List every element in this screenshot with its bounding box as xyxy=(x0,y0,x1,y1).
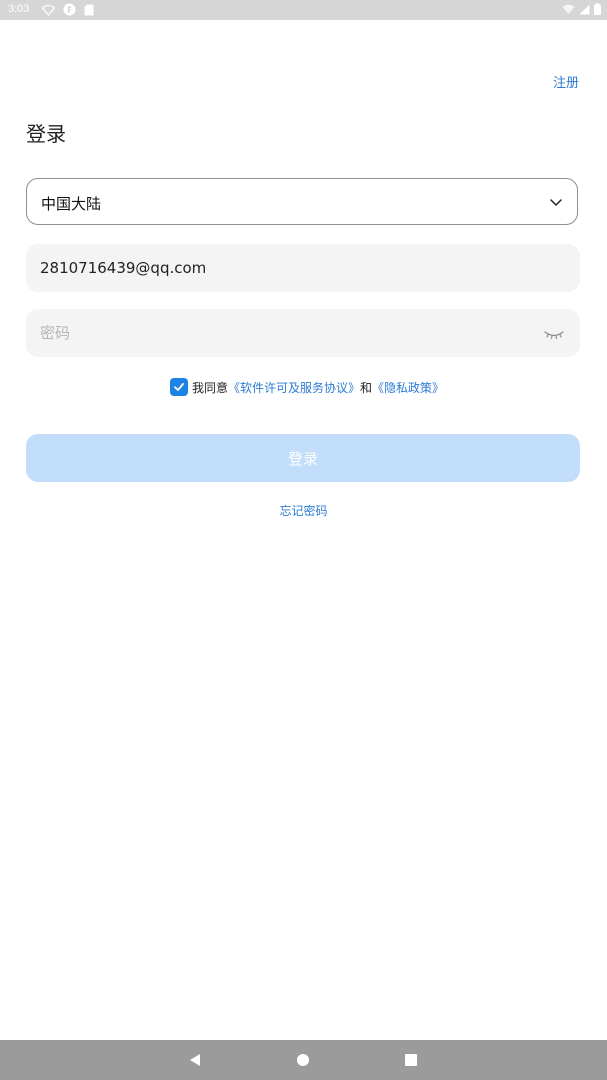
wifi-off-icon xyxy=(42,4,55,16)
checkmark-icon xyxy=(174,383,184,391)
status-right-icons xyxy=(562,3,601,15)
back-icon[interactable] xyxy=(185,1050,205,1070)
app-notification-icon xyxy=(63,3,76,16)
status-left-icons xyxy=(42,3,94,16)
email-field[interactable] xyxy=(40,244,520,292)
agreement-conjunction: 和 xyxy=(360,380,373,395)
email-field-container xyxy=(26,244,580,292)
page-title: 登录 xyxy=(26,122,66,146)
wifi-icon xyxy=(562,3,575,15)
eye-closed-icon[interactable] xyxy=(544,326,564,345)
sd-card-icon xyxy=(84,4,94,16)
battery-icon xyxy=(594,3,601,15)
region-select[interactable]: 中国大陆 xyxy=(26,178,578,225)
agreement-checkbox[interactable] xyxy=(170,378,188,396)
register-link[interactable]: 注册 xyxy=(553,72,579,91)
password-field[interactable] xyxy=(40,309,520,357)
forgot-password-link[interactable]: 忘记密码 xyxy=(0,502,607,519)
status-time: 3:03 xyxy=(8,3,30,15)
home-icon[interactable] xyxy=(293,1050,313,1070)
terms-link[interactable]: 《软件许可及服务协议》 xyxy=(228,379,360,396)
signal-icon xyxy=(579,4,590,15)
nav-bar xyxy=(0,1040,607,1080)
password-field-container xyxy=(26,309,580,357)
chevron-down-icon xyxy=(549,194,563,213)
region-value: 中国大陆 xyxy=(41,195,102,213)
privacy-link[interactable]: 《隐私政策》 xyxy=(372,379,444,396)
recents-icon[interactable] xyxy=(401,1050,421,1070)
login-button[interactable]: 登录 xyxy=(26,434,580,482)
status-bar: 3:03 xyxy=(0,0,607,20)
agreement-row: 我同意 《软件许可及服务协议》 和 《隐私政策》 xyxy=(170,378,444,396)
agreement-prefix: 我同意 xyxy=(192,380,229,395)
